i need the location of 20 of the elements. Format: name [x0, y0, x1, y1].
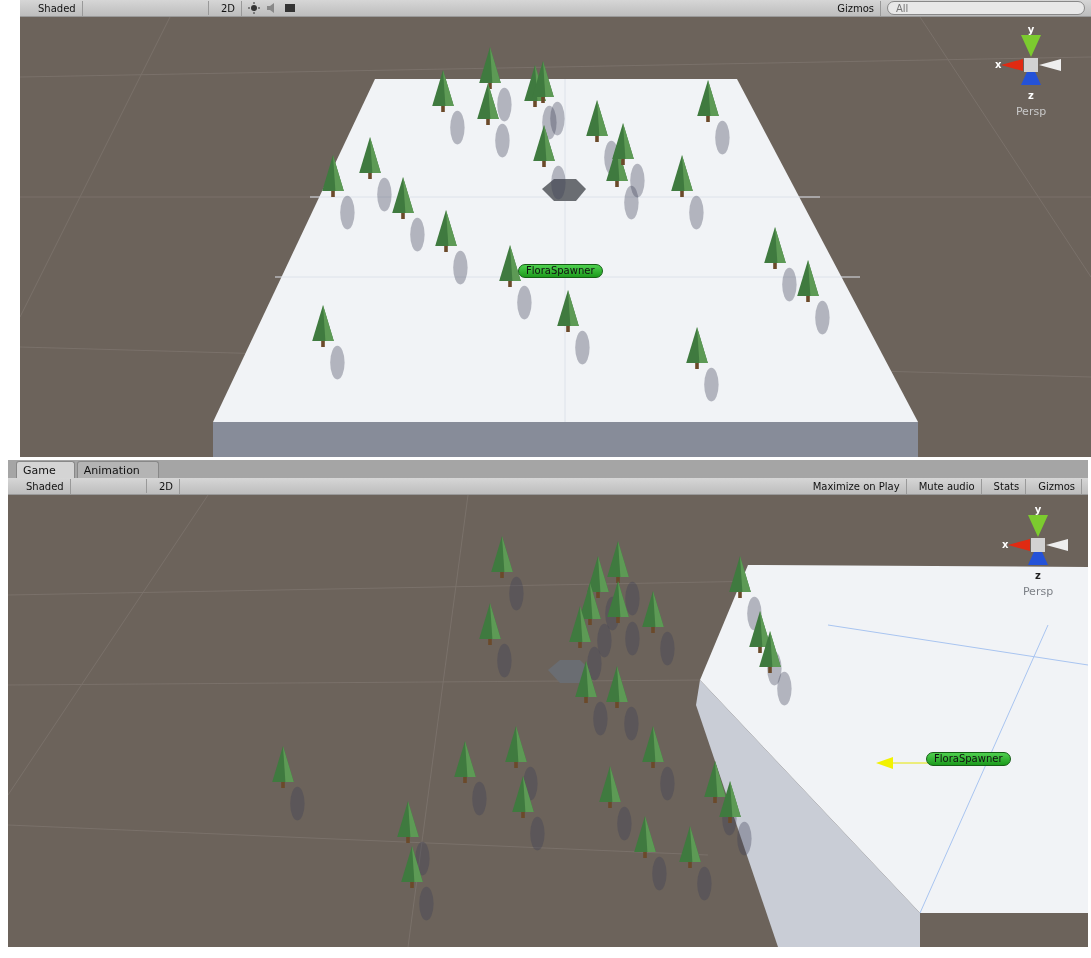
toolbar-button[interactable]: Mute audio [912, 478, 982, 494]
mode-2d-button[interactable]: 2D [215, 0, 243, 16]
shading-dropdown[interactable]: Shaded [20, 478, 71, 494]
projection-label[interactable]: Persp [1015, 105, 1047, 118]
sun-icon[interactable] [248, 2, 261, 14]
axis-gizmo[interactable]: y x z [998, 505, 1078, 585]
picture-icon[interactable] [284, 2, 297, 14]
toolbar-button[interactable]: Gizmos [1032, 478, 1082, 494]
toolbar-button[interactable]: Maximize on Play [806, 478, 907, 494]
toolbar-button[interactable]: Stats [987, 478, 1027, 494]
search-field[interactable]: All [887, 1, 1085, 15]
mode-2d-button[interactable]: 2D [153, 478, 181, 494]
tab[interactable]: Animation [76, 461, 159, 478]
gizmos-dropdown[interactable]: Gizmos [831, 0, 881, 16]
shading-dropdown[interactable]: Shaded [32, 0, 83, 16]
object-label[interactable]: FloraSpawner [926, 752, 1011, 766]
axis-gizmo[interactable]: y x z [991, 25, 1071, 105]
projection-label[interactable]: Persp [1022, 585, 1054, 598]
object-label[interactable]: FloraSpawner [518, 264, 603, 278]
tab[interactable]: Game [16, 461, 75, 478]
